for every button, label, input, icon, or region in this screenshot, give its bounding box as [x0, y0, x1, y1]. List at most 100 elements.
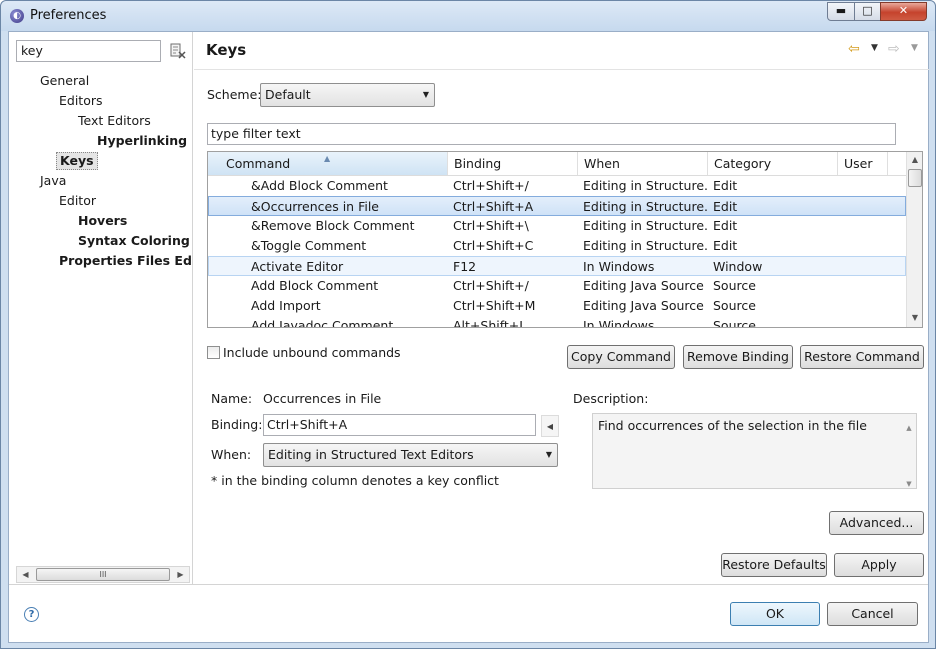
cell-category: Edit	[713, 178, 738, 193]
cell-binding: Ctrl+Shift+\	[453, 218, 529, 233]
cell-command: &Toggle Comment	[251, 238, 367, 253]
cell-command: Add Block Comment	[251, 278, 379, 293]
maximize-button[interactable]: □	[854, 2, 881, 21]
cell-category: Edit	[713, 238, 738, 253]
cell-category: Source	[713, 278, 756, 293]
remove-binding-button[interactable]: Remove Binding	[683, 345, 793, 369]
binding-menu-arrow-icon[interactable]: ◀	[541, 415, 559, 437]
help-icon[interactable]: ?	[24, 607, 39, 622]
scheme-value: Default	[265, 87, 311, 102]
cell-user	[843, 236, 888, 255]
cell-command: &Remove Block Comment	[251, 218, 415, 233]
forward-arrow-icon: ⇨	[888, 41, 900, 57]
scroll-left-icon[interactable]: ◀	[17, 567, 34, 582]
cell-when: In Windows	[583, 318, 655, 328]
name-label: Name:	[211, 391, 253, 406]
cell-binding: Alt+Shift+J	[453, 318, 523, 328]
tree-item-hovers[interactable]: Hovers	[78, 212, 127, 230]
cell-when: Editing in Structure...	[583, 199, 708, 214]
table-row-hover[interactable]: Activate Editor F12 In Windows Window	[208, 256, 906, 276]
scheme-select[interactable]: Default ▼	[260, 83, 435, 107]
scroll-up-icon[interactable]: ▲	[902, 420, 916, 437]
copy-command-button[interactable]: Copy Command	[567, 345, 675, 369]
cell-when: Editing Java Source	[583, 298, 704, 313]
table-header: Command ▲ Binding When Category User	[208, 152, 906, 176]
column-header-command[interactable]: Command ▲	[208, 152, 448, 175]
tree-item-java-editor[interactable]: Editor	[59, 192, 96, 210]
scroll-thumb[interactable]	[908, 169, 922, 187]
apply-button[interactable]: Apply	[834, 553, 924, 577]
column-header-user[interactable]: User	[838, 152, 888, 175]
column-header-command-label: Command	[226, 156, 291, 171]
binding-label: Binding:	[211, 417, 263, 432]
cell-user	[843, 276, 888, 295]
cell-user	[843, 316, 888, 327]
tree-item-hyperlinking[interactable]: Hyperlinking	[97, 132, 187, 150]
table-row[interactable]: &Toggle Comment Ctrl+Shift+C Editing in …	[208, 236, 906, 256]
scroll-up-icon[interactable]: ▲	[907, 152, 922, 168]
back-dropdown-icon[interactable]: ▼	[871, 43, 878, 53]
table-row[interactable]: Add Block Comment Ctrl+Shift+/ Editing J…	[208, 276, 906, 296]
tree-item-keys[interactable]: Keys	[56, 152, 98, 170]
table-row[interactable]: &Add Block Comment Ctrl+Shift+/ Editing …	[208, 176, 906, 196]
scroll-thumb[interactable]: III	[36, 568, 170, 581]
table-row[interactable]: &Remove Block Comment Ctrl+Shift+\ Editi…	[208, 216, 906, 236]
tree-item-syntax-coloring[interactable]: Syntax Coloring	[78, 232, 190, 250]
column-header-category[interactable]: Category	[708, 152, 838, 175]
description-text: Find occurrences of the selection in the…	[598, 418, 867, 433]
forward-dropdown-icon: ▼	[911, 43, 918, 53]
tree-horizontal-scrollbar[interactable]: ◀ III ▶	[16, 566, 190, 583]
column-header-binding[interactable]: Binding	[448, 152, 578, 175]
cell-command: Add Javadoc Comment	[251, 318, 394, 328]
tree-item-text-editors[interactable]: Text Editors	[78, 112, 151, 130]
cell-user	[843, 197, 888, 216]
scroll-down-icon[interactable]: ▼	[902, 476, 916, 493]
tree-filter-input[interactable]: key	[16, 40, 161, 62]
restore-defaults-button[interactable]: Restore Defaults	[721, 553, 827, 577]
cell-command: &Add Block Comment	[251, 178, 388, 193]
cell-when: In Windows	[583, 259, 655, 274]
chevron-down-icon: ▼	[422, 90, 429, 99]
description-box[interactable]: Find occurrences of the selection in the…	[592, 413, 917, 489]
include-unbound-checkbox[interactable]	[207, 346, 220, 359]
cell-binding: Ctrl+Shift+/	[453, 278, 529, 293]
cell-binding: Ctrl+Shift+/	[453, 178, 529, 193]
preference-tree-pane: key General Editors Text Editors Hyperli…	[9, 32, 193, 584]
minimize-button[interactable]: ▬	[827, 2, 855, 21]
command-filter-input[interactable]: type filter text	[207, 123, 896, 145]
tree-item-general[interactable]: General	[40, 72, 89, 90]
back-arrow-icon[interactable]: ⇦	[848, 41, 860, 57]
cell-user	[843, 176, 888, 195]
restore-command-button[interactable]: Restore Command	[800, 345, 924, 369]
cell-when: Editing in Structure...	[583, 238, 708, 253]
scroll-down-icon[interactable]: ▼	[907, 310, 922, 326]
scheme-label: Scheme:	[207, 87, 262, 102]
tree-item-java[interactable]: Java	[40, 172, 66, 190]
cell-binding: F12	[453, 259, 477, 274]
description-scrollbar[interactable]: ▲ ▼	[902, 414, 916, 488]
cell-binding: Ctrl+Shift+C	[453, 238, 534, 253]
table-row[interactable]: Add Import Ctrl+Shift+M Editing Java Sou…	[208, 296, 906, 316]
binding-input[interactable]: Ctrl+Shift+A	[263, 414, 536, 436]
table-vertical-scrollbar[interactable]: ▲ ▼	[906, 152, 922, 327]
cell-when: Editing Java Source	[583, 278, 704, 293]
cancel-button[interactable]: Cancel	[827, 602, 918, 626]
key-bindings-table[interactable]: Command ▲ Binding When Category User &Ad…	[207, 151, 923, 328]
scroll-right-icon[interactable]: ▶	[172, 567, 189, 582]
tree-item-editors[interactable]: Editors	[59, 92, 103, 110]
clear-filter-icon[interactable]	[170, 43, 186, 59]
when-select[interactable]: Editing in Structured Text Editors ▼	[263, 443, 558, 467]
column-header-when[interactable]: When	[578, 152, 708, 175]
include-unbound-label: Include unbound commands	[223, 345, 401, 360]
table-row-selected[interactable]: &Occurrences in File Ctrl+Shift+A Editin…	[208, 196, 906, 216]
ok-button[interactable]: OK	[730, 602, 820, 626]
when-value: Editing in Structured Text Editors	[268, 447, 474, 462]
chevron-down-icon: ▼	[545, 450, 552, 459]
cell-when: Editing in Structure...	[583, 218, 708, 233]
cell-category: Edit	[713, 199, 738, 214]
close-button[interactable]: ✕	[880, 2, 927, 21]
table-row[interactable]: Add Javadoc Comment Alt+Shift+J In Windo…	[208, 316, 906, 328]
advanced-button[interactable]: Advanced...	[829, 511, 924, 535]
tree-item-properties-files-editor[interactable]: Properties Files Edito	[59, 252, 191, 270]
window-title: Preferences	[30, 8, 107, 23]
